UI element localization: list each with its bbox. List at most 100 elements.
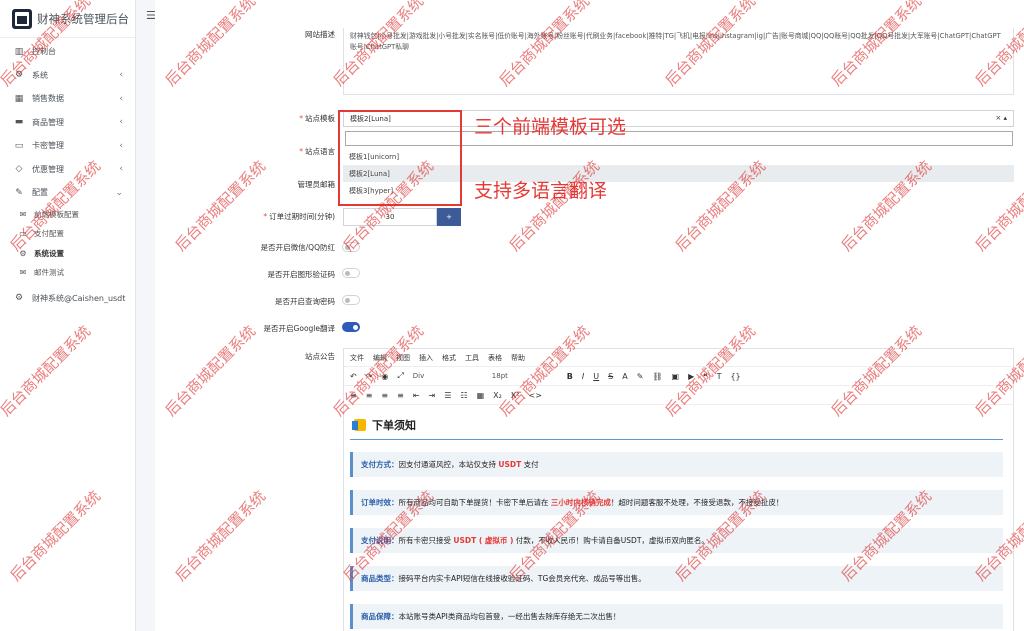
captcha-toggle[interactable]	[342, 268, 360, 278]
wechat-qq-toggle[interactable]	[342, 242, 360, 252]
admin-email-label: 管理员邮箱	[155, 179, 335, 190]
indent-icon[interactable]: ⇥	[429, 391, 436, 400]
editor-toolbar-2: ≡ ≡ ≡ ≡ ⇤ ⇥ ☰ ☷ ▦ X₂ X² <>	[344, 386, 1013, 405]
envelope-icon: ✉	[17, 268, 29, 277]
block-format-select[interactable]: Div	[413, 372, 483, 380]
menu-table[interactable]: 表格	[488, 353, 502, 363]
order-expire-input[interactable]: 30	[343, 208, 437, 226]
sidebar-item-dashboard[interactable]: ▥控制台	[0, 40, 135, 64]
card-icon: ▭	[13, 141, 25, 151]
preview-icon[interactable]: ◉	[381, 372, 388, 381]
sidebar-item-sales[interactable]: ▦销售数据‹	[0, 87, 135, 111]
rich-text-editor[interactable]: 文件 编辑 视图 插入 格式 工具 表格 帮助 ↶ ↷ ◉ ⤢ Div 18pt…	[343, 348, 1014, 631]
editor-content[interactable]: 下单须知 支付方式：因支付通道风控，本站仅支持 USDT 支付 订单时效：所有商…	[344, 405, 1013, 629]
settings-form: 网站描述 财神钱包|小号批发|游戏批发|小号批发|实名账号|低价账号|海外账号|…	[155, 0, 1024, 631]
table-icon: ▦	[13, 94, 25, 104]
sidebar-item-goods[interactable]: ▬商品管理‹	[0, 111, 135, 135]
bold-icon[interactable]: B	[567, 372, 573, 381]
align-center-icon[interactable]: ≡	[366, 391, 373, 400]
strikethrough-icon[interactable]: S	[608, 372, 613, 381]
redo-icon[interactable]: ↷	[366, 372, 373, 381]
envelope-icon: ✉	[17, 210, 29, 219]
chevron-left-icon: ‹	[119, 70, 123, 80]
font-size-select[interactable]: 18pt	[492, 372, 558, 380]
sidebar-sub-mail-test[interactable]: ✉邮件测试	[0, 263, 135, 283]
chevron-left-icon: ‹	[119, 94, 123, 104]
diamond-icon: ◇	[13, 164, 25, 174]
query-pwd-label: 是否开启查询密码	[155, 296, 335, 307]
sidebar-item-discounts[interactable]: ◇优惠管理‹	[0, 158, 135, 182]
brand[interactable]: 财神系统管理后台	[0, 0, 135, 38]
site-description-field[interactable]: 财神钱包|小号批发|游戏批发|小号批发|实名账号|低价账号|海外账号|粉丝账号|…	[343, 28, 1014, 95]
menu-view[interactable]: 视图	[396, 353, 410, 363]
google-translate-label: 是否开启Google翻译	[155, 323, 335, 334]
code-icon[interactable]: {}	[730, 372, 740, 381]
clear-caret-icon[interactable]: × ▴	[995, 114, 1007, 122]
chevron-left-icon: ‹	[119, 164, 123, 174]
sidebar-item-system[interactable]: ⚙系统‹	[0, 64, 135, 88]
editor-toolbar-1: ↶ ↷ ◉ ⤢ Div 18pt B I U S A ✎ ⛓ ▣ ▶ ❝ T {…	[344, 367, 1013, 386]
notice-item: 支付方式：因支付通道风控，本站仅支持 USDT 支付	[350, 452, 1003, 477]
logo-icon	[12, 9, 32, 29]
table-icon[interactable]: ▦	[477, 391, 485, 400]
sidebar-sub-settings[interactable]: ⚙系统设置	[0, 244, 135, 264]
subscript-icon[interactable]: X₂	[493, 391, 502, 400]
outdent-icon[interactable]: ⇤	[413, 391, 420, 400]
sidebar-item-config[interactable]: ✎配置⌄	[0, 181, 135, 205]
annotation-templates: 三个前端模板可选	[474, 112, 626, 139]
gears-icon: ⚙	[17, 249, 29, 258]
template-label: *站点模板	[155, 113, 335, 124]
captcha-label: 是否开启图形验证码	[155, 269, 335, 280]
menu-format[interactable]: 格式	[442, 353, 456, 363]
doc-title: 下单须知	[350, 411, 1003, 440]
undo-icon[interactable]: ↶	[350, 372, 357, 381]
notice-item: 商品类型：接码平台内实卡API短信在线接收验证码、TG会员充代充、成品号等出售。	[350, 566, 1003, 591]
sidebar: 财神系统管理后台 ▥控制台 ⚙系统‹ ▦销售数据‹ ▬商品管理‹ ▭卡密管理‹ …	[0, 0, 136, 631]
notice-item: 商品保障：本站账号类API类商品均包首登，一经出售去除库存绝无二次出售！	[350, 604, 1003, 629]
wechat-qq-label: 是否开启微信/QQ防红	[155, 242, 335, 253]
google-translate-toggle[interactable]	[342, 322, 360, 332]
bullet-list-icon[interactable]: ☰	[444, 391, 451, 400]
align-right-icon[interactable]: ≡	[381, 391, 388, 400]
menu-edit[interactable]: 编辑	[373, 353, 387, 363]
gear-icon: ⚙	[13, 293, 25, 303]
increment-button[interactable]: +	[437, 208, 461, 226]
blockquote-icon[interactable]: ❝	[703, 372, 707, 381]
sidebar-item-account[interactable]: ⚙财神系统@Caishen_usdt	[0, 287, 135, 311]
source-code-icon[interactable]: <>	[529, 391, 542, 400]
media-icon[interactable]: ▶	[688, 372, 694, 381]
card-icon: ▭	[17, 229, 29, 238]
sidebar-item-cards[interactable]: ▭卡密管理‹	[0, 134, 135, 158]
app-title: 财神系统管理后台	[37, 11, 129, 27]
query-pwd-toggle[interactable]	[342, 295, 360, 305]
chevron-left-icon: ‹	[119, 141, 123, 151]
text-color-icon[interactable]: A	[622, 372, 627, 381]
menu-file[interactable]: 文件	[350, 353, 364, 363]
clear-format-icon[interactable]: T	[717, 372, 722, 381]
notice-item: 支付说明：所有卡密只接受 USDT ( 虚拟币 ) 付款，不收人民币！购卡请自备…	[350, 528, 1003, 553]
book-icon	[354, 419, 366, 431]
order-expire-label: *订单过期时间(分钟)	[155, 211, 335, 222]
editor-menubar: 文件 编辑 视图 插入 格式 工具 表格 帮助	[344, 349, 1013, 367]
menu-tools[interactable]: 工具	[465, 353, 479, 363]
highlight-icon[interactable]: ✎	[637, 372, 644, 381]
sidebar-sub-template[interactable]: ✉前端模板配置	[0, 205, 135, 225]
sidebar-sub-payment[interactable]: ▭支付配置	[0, 224, 135, 244]
underline-icon[interactable]: U	[593, 372, 599, 381]
image-icon[interactable]: ▣	[672, 372, 680, 381]
menu-help[interactable]: 帮助	[511, 353, 525, 363]
menu-insert[interactable]: 插入	[419, 353, 433, 363]
superscript-icon[interactable]: X²	[511, 391, 520, 400]
numbered-list-icon[interactable]: ☷	[460, 391, 467, 400]
dashboard-icon: ▥	[13, 47, 25, 57]
site-description-label: 网站描述	[155, 29, 335, 40]
annotation-box	[338, 110, 462, 206]
align-justify-icon[interactable]: ≡	[397, 391, 404, 400]
cart-icon: ▬	[13, 117, 25, 127]
language-label: *站点语言	[155, 146, 335, 157]
fullscreen-icon[interactable]: ⤢	[397, 371, 403, 381]
chevron-down-icon: ⌄	[115, 188, 123, 198]
align-left-icon[interactable]: ≡	[350, 391, 357, 400]
italic-icon[interactable]: I	[582, 372, 584, 381]
link-icon[interactable]: ⛓	[652, 372, 662, 381]
